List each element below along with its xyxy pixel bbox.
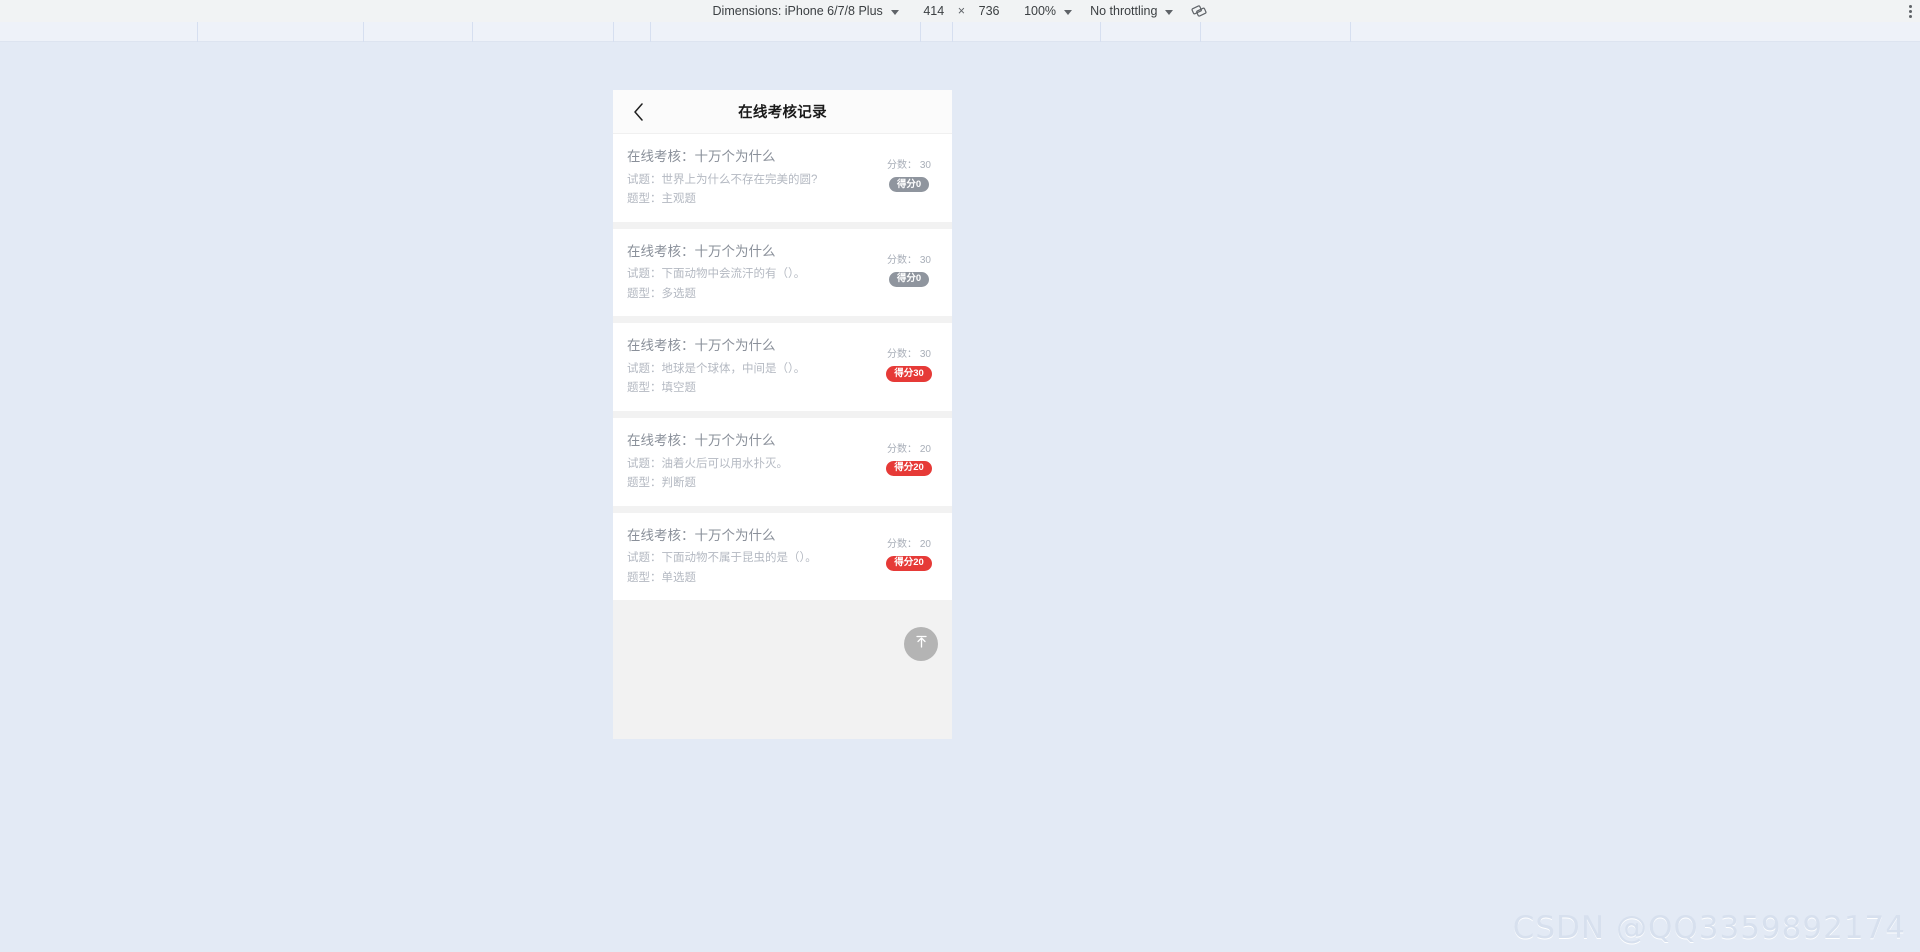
record-card-content: 在线考核：十万个为什么 试题：油着火后可以用水扑灭。 题型：判断题 [627,431,882,494]
dimension-separator: × [957,4,966,18]
record-card-content: 在线考核：十万个为什么试题：地球是个球体，中间是（）。 题型：填空题 [627,336,882,399]
record-question: 试题：地球是个球体，中间是（）。 [627,362,806,375]
record-question-type: 题型：填空题 [627,382,696,395]
scroll-to-top-button[interactable] [904,627,938,662]
record-question: 试题：世界上为什么不存在完美的圆? [627,173,818,186]
page-title: 在线考核记录 [738,105,827,121]
dimensions-control[interactable]: Dimensions: iPhone 6/7/8 Plus [713,4,899,18]
record-question-type: 题型：主观题 [627,193,696,206]
record-card-content: 在线考核：十万个为什么试题：下面动物不属于昆虫的是（）。 题型：单选题 [627,526,882,589]
list-footer [613,607,952,716]
throttling-value[interactable]: No throttling [1090,4,1157,18]
record-score-total: 分数： 20 [887,538,931,550]
record-question-type: 题型：多选题 [627,287,696,300]
record-score-badge: 得分0 [888,177,930,193]
chevron-down-icon[interactable] [1165,9,1174,15]
record-score-total: 分数： 30 [887,349,931,361]
record-card[interactable]: 在线考核：十万个为什么 试题：地球是个球体，中间是（）。 题型：填空题 分数： 30 得… [613,323,952,411]
record-title: 在线考核：十万个为什么 [627,243,776,259]
record-score-badge: 得分30 [886,366,932,382]
record-question: 试题：下面动物中会流汗的有（）。 [627,268,806,281]
record-card[interactable]: 在线考核：十万个为什么试题：世界上为什么不存在完美的圆? 题型：主观题 分数： 30… [613,134,952,222]
assessment-record-list: 在线考核：十万个为什么 试题：世界上为什么不存在完美的圆? 题型：主观题 分数： 30… [613,134,952,601]
record-card[interactable]: 在线考核：十万个为什么 试题：油着火后可以用水扑灭。 题型：判断题 分数： 20 得分2… [613,417,952,506]
record-title: 在线考核：十万个为什么 [627,527,776,543]
throttling-control[interactable]: No throttling [1090,4,1174,18]
record-title: 在线考核：十万个为什么 [627,432,776,448]
record-score-badge: 得分0 [888,271,930,288]
chevron-left-icon[interactable] [633,102,645,122]
record-card[interactable]: 在线考核：十万个为什么 试题：下面动物中会流汗的有（）。 题型：多选题 分数： 30 得… [613,228,952,317]
zoom-control[interactable]: 100% [1024,4,1073,18]
viewport-height-input[interactable]: 736 [972,4,1006,18]
mobile-viewport: 在线考核记录 在线考核：十万个为什么 试题：世界上为什么不存在完美的圆? 题型：主观… [613,90,952,739]
record-card-content: 在线考核：十万个为什么试题：世界上为什么不存在完美的圆? 题型：主观题 [627,147,882,210]
record-question: 试题：下面动物不属于昆虫的是（）。 [627,552,817,565]
dimensions-preset-label[interactable]: Dimensions: iPhone 6/7/8 Plus [713,4,883,18]
device-emulation-toolbar: Dimensions: iPhone 6/7/8 Plus 414 × 736 … [0,0,1920,22]
record-score-area: 分数： 30 得分0 [882,242,938,288]
back-button[interactable] [623,90,655,134]
viewport-ruler [0,22,1920,42]
record-title: 在线考核：十万个为什么 [627,338,776,354]
record-score-total: 分数： 30 [887,160,931,171]
record-score-badge: 得分20 [886,460,932,477]
app-header: 在线考核记录 [613,90,952,134]
scroll-to-top-icon [913,633,930,655]
record-score-area: 分数： 20 得分20 [882,431,938,477]
record-score-area: 分数： 30 得分0 [882,147,938,193]
record-question-type: 题型：单选题 [627,571,696,584]
record-score-badge: 得分20 [886,555,932,572]
record-question-type: 题型：判断题 [627,477,696,490]
record-score-total: 分数： 30 [887,254,931,266]
record-title: 在线考核：十万个为什么 [627,149,776,164]
record-card[interactable]: 在线考核：十万个为什么 试题：下面动物不属于昆虫的是（）。 题型：单选题 分数： 20… [613,512,952,601]
record-card-content: 在线考核：十万个为什么试题：下面动物中会流汗的有（）。 题型：多选题 [627,242,882,305]
chevron-down-icon[interactable] [1064,9,1073,15]
zoom-value[interactable]: 100% [1024,4,1056,18]
chevron-down-icon[interactable] [890,9,899,15]
record-score-total: 分数： 20 [887,443,931,455]
record-question: 试题：油着火后可以用水扑灭。 [627,457,788,470]
rotate-device-icon[interactable] [1191,3,1208,19]
watermark: CSDN @QQ3359892174 [1512,910,1906,946]
record-score-area: 分数： 30 得分30 [882,336,938,382]
kebab-menu-icon[interactable] [1909,0,1912,22]
emulated-page-canvas: 在线考核记录 在线考核：十万个为什么 试题：世界上为什么不存在完美的圆? 题型：主观… [0,42,1920,952]
record-score-area: 分数： 20 得分20 [882,526,938,572]
viewport-width-input[interactable]: 414 [917,4,951,18]
